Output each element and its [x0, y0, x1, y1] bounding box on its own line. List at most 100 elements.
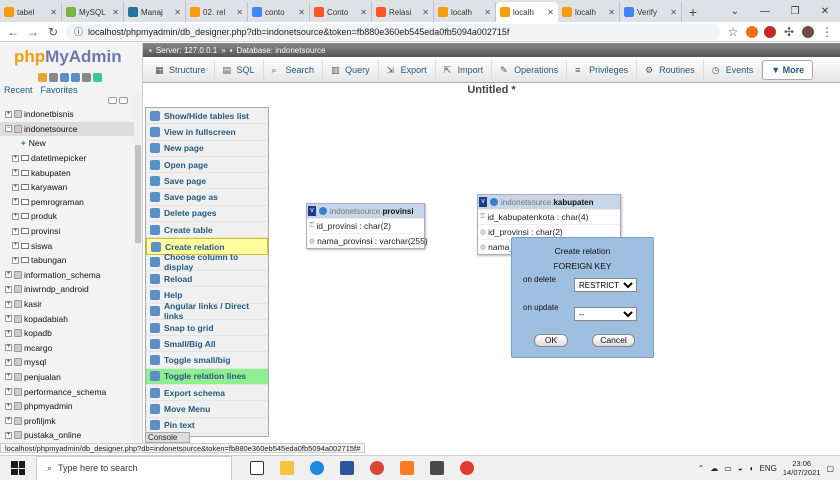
- tab-close-icon[interactable]: ✕: [608, 8, 615, 17]
- table-header[interactable]: v indonetsource.provinsi: [307, 204, 424, 218]
- url-input[interactable]: ⓘ localhost/phpmyadmin/db_designer.php?d…: [66, 23, 720, 40]
- extension-icon[interactable]: [746, 25, 758, 38]
- tree-database-item[interactable]: + phpmyadmin: [0, 399, 142, 414]
- designer-menu-item[interactable]: Delete pages: [146, 206, 268, 223]
- task-view-icon[interactable]: [246, 457, 268, 479]
- tree-table-item[interactable]: + karyawan: [0, 180, 142, 195]
- expand-toggle-icon[interactable]: +: [5, 271, 12, 279]
- expand-toggle-icon[interactable]: +: [12, 169, 19, 177]
- expand-toggle-icon[interactable]: +: [12, 256, 19, 264]
- settings-icon[interactable]: [82, 73, 91, 82]
- link-with-main-icon[interactable]: [119, 97, 128, 104]
- expand-toggle-icon[interactable]: +: [5, 431, 12, 439]
- app-icon[interactable]: [456, 457, 478, 479]
- tab-close-icon[interactable]: ✕: [298, 8, 305, 17]
- console-toggle[interactable]: Console: [145, 432, 190, 443]
- expand-toggle-icon[interactable]: +: [12, 212, 19, 220]
- expand-toggle-icon[interactable]: +: [5, 110, 12, 118]
- expand-toggle-icon[interactable]: +: [5, 300, 12, 308]
- designer-menu-item[interactable]: Choose column to display: [146, 252, 268, 272]
- expand-toggle-icon[interactable]: +: [12, 198, 19, 206]
- menu-tab-search[interactable]: ⌕ Search: [264, 59, 324, 80]
- on-delete-select[interactable]: RESTRICT: [574, 278, 637, 292]
- taskbar-search[interactable]: ⌕ Type here to search: [36, 455, 232, 480]
- designer-menu-item[interactable]: Snap to grid: [146, 320, 268, 337]
- browser-tab[interactable]: Manaj ✕: [124, 2, 186, 22]
- browser-tab[interactable]: tabel ✕: [0, 2, 62, 22]
- tree-table-item[interactable]: + produk: [0, 209, 142, 224]
- toggle-columns-icon[interactable]: v: [479, 197, 487, 207]
- tree-table-item[interactable]: + pemrograman: [0, 195, 142, 210]
- menu-tab-sql[interactable]: ▤ SQL: [215, 59, 264, 80]
- table-header[interactable]: v indonetsource.kabupaten: [478, 195, 620, 209]
- favorites-tab[interactable]: Favorites: [41, 85, 78, 95]
- menu-kebab-icon[interactable]: ⋮: [820, 25, 834, 39]
- column-row[interactable]: ◍ nama_provinsi : varchar(255): [307, 233, 428, 248]
- menu-tab-export[interactable]: ⇲ Export: [379, 59, 436, 80]
- new-tab-button[interactable]: +: [682, 2, 704, 22]
- tab-close-icon[interactable]: ✕: [422, 8, 429, 17]
- designer-menu-item[interactable]: Move Menu: [146, 401, 268, 418]
- breadcrumb-database[interactable]: Database: indonetsource: [237, 46, 326, 55]
- minimize-icon[interactable]: —: [750, 6, 780, 17]
- designer-menu-item[interactable]: Reload: [146, 271, 268, 288]
- designer-menu-item[interactable]: Small/Big All: [146, 336, 268, 353]
- toggle-columns-icon[interactable]: v: [308, 206, 316, 216]
- network-icon[interactable]: ◒: [738, 464, 743, 473]
- table-options-icon[interactable]: [490, 198, 498, 206]
- edge-icon[interactable]: [306, 457, 328, 479]
- on-update-select[interactable]: --: [574, 307, 637, 321]
- tree-table-item[interactable]: + datetimepicker: [0, 151, 142, 166]
- cancel-button[interactable]: Cancel: [592, 334, 635, 347]
- tree-database-item[interactable]: + mysql: [0, 355, 142, 370]
- menu-tab-structure[interactable]: ▦ Structure: [147, 59, 215, 80]
- column-row[interactable]: ⚿ id_kabupatenkota : char(4): [478, 209, 620, 224]
- table-options-icon[interactable]: [319, 207, 327, 215]
- expand-toggle-icon[interactable]: +: [5, 344, 12, 352]
- pma-logo[interactable]: phpMyAdmin: [0, 43, 142, 73]
- designer-menu-item[interactable]: Toggle small/big: [146, 352, 268, 369]
- designer-menu-item[interactable]: Create table: [146, 222, 268, 239]
- tree-database-item[interactable]: + kopadb: [0, 326, 142, 341]
- table-card-provinsi[interactable]: v indonetsource.provinsi ⚿ id_provinsi : …: [306, 203, 428, 249]
- notifications-icon[interactable]: ▢: [826, 464, 834, 473]
- tab-close-icon[interactable]: ✕: [50, 8, 57, 17]
- tab-close-icon[interactable]: ✕: [670, 8, 677, 17]
- expand-toggle-icon[interactable]: +: [12, 227, 19, 235]
- tree-database-item[interactable]: + pustaka_online: [0, 428, 142, 443]
- expand-toggle-icon[interactable]: +: [5, 402, 12, 410]
- start-button[interactable]: [0, 461, 36, 475]
- close-icon[interactable]: ✕: [810, 6, 840, 17]
- breadcrumb-server[interactable]: Server: 127.0.0.1: [156, 46, 217, 55]
- expand-toggle-icon[interactable]: +: [5, 358, 12, 366]
- expand-toggle-icon[interactable]: +: [5, 329, 12, 337]
- browser-tab[interactable]: localh ✕: [558, 2, 620, 22]
- designer-menu-item[interactable]: Save page as: [146, 189, 268, 206]
- tree-database-item[interactable]: + indonetbisnis: [0, 107, 142, 122]
- browser-tab[interactable]: MySQL ✕: [62, 2, 124, 22]
- xampp-icon[interactable]: [396, 457, 418, 479]
- browser-tab[interactable]: 02. rel ✕: [186, 2, 248, 22]
- tree-new-item[interactable]: ✦ New: [0, 136, 142, 151]
- designer-menu-item[interactable]: Toggle relation lines: [146, 368, 268, 386]
- expand-toggle-icon[interactable]: +: [5, 285, 12, 293]
- logout-icon[interactable]: [49, 73, 58, 82]
- designer-menu-item[interactable]: Export schema: [146, 385, 268, 402]
- forward-icon[interactable]: →: [26, 25, 40, 39]
- menu-tab-routines[interactable]: ⚙ Routines: [637, 59, 704, 80]
- browser-tab[interactable]: Relasi ✕: [372, 2, 434, 22]
- home-icon[interactable]: [38, 73, 47, 82]
- more-menu[interactable]: ▼ More: [762, 59, 814, 80]
- sql-docs-icon[interactable]: [71, 73, 80, 82]
- tree-database-item[interactable]: + profiljmk: [0, 413, 142, 428]
- extension-icon[interactable]: [764, 25, 776, 38]
- tree-table-item[interactable]: + provinsi: [0, 224, 142, 239]
- expand-toggle-icon[interactable]: +: [5, 417, 12, 425]
- designer-menu-item[interactable]: New page: [146, 141, 268, 157]
- tree-database-item[interactable]: + kasir: [0, 297, 142, 312]
- browser-tab[interactable]: conto ✕: [248, 2, 310, 22]
- tree-table-item[interactable]: + tabungan: [0, 253, 142, 268]
- expand-toggle-icon[interactable]: +: [5, 388, 12, 396]
- chrome-icon[interactable]: [366, 457, 388, 479]
- restore-icon[interactable]: ❐: [780, 6, 810, 17]
